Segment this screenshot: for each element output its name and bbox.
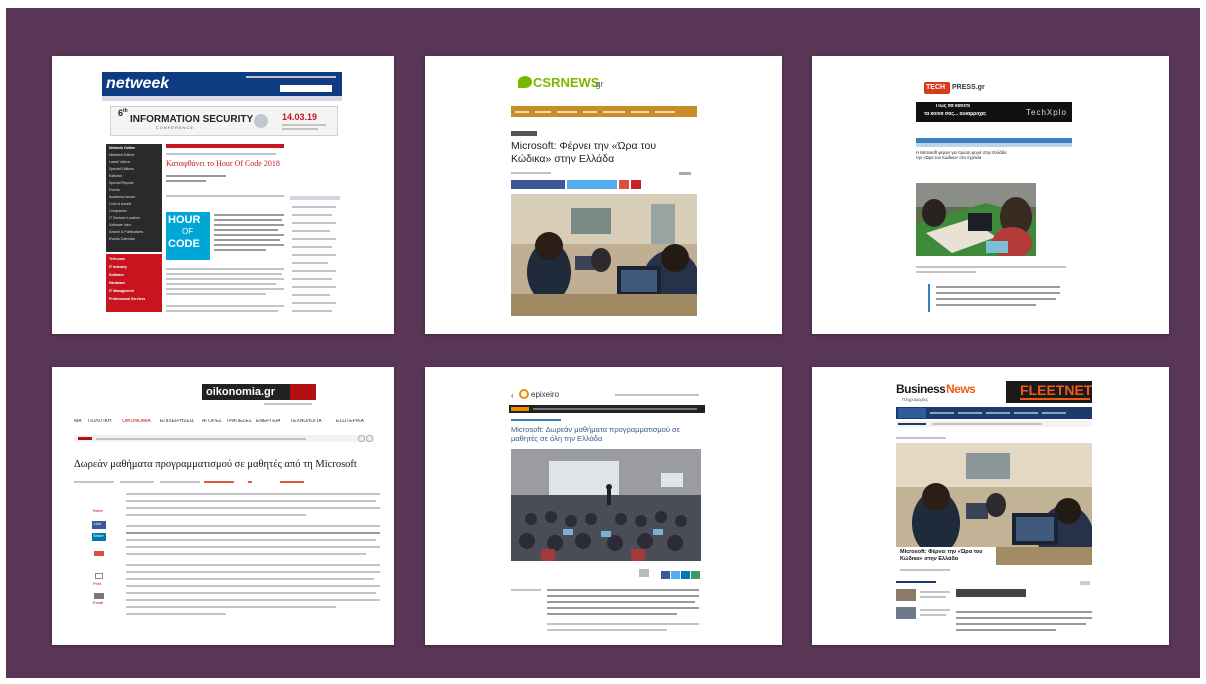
conference-room-photo bbox=[511, 449, 701, 561]
netweek-banner-title: INFORMATION SECURITY bbox=[130, 114, 254, 125]
share-tweet[interactable]: Tweet bbox=[92, 509, 103, 514]
nav-item[interactable]: ΜΑ bbox=[74, 419, 82, 425]
sidebar-item[interactable]: IT Decision Leaders bbox=[109, 216, 140, 220]
techpress-ad-brand: TechXplo bbox=[1026, 108, 1067, 117]
google-plus-icon[interactable] bbox=[94, 551, 104, 556]
sidebar-item[interactable]: Cost of Assets bbox=[109, 202, 131, 206]
email-share-icon[interactable] bbox=[691, 571, 700, 579]
email-icon[interactable] bbox=[94, 593, 104, 599]
print-label[interactable]: Print bbox=[93, 582, 101, 587]
csrnews-category-tag[interactable] bbox=[511, 131, 537, 136]
sidebar-item[interactable]: IT Management bbox=[109, 289, 134, 293]
twitter-share-button[interactable] bbox=[567, 180, 617, 189]
nav-item[interactable]: ΤΕΧΝΟΛΟΓΙΑ bbox=[290, 419, 322, 425]
epixeiro-headline[interactable]: Microsoft: Δωρεάν μαθήματα προγραμματισμ… bbox=[511, 425, 701, 443]
techpress-ad-text-2: τα κοινά σας... αδιάβροχα; bbox=[924, 112, 987, 117]
sidebar-item[interactable]: Special Reports bbox=[109, 181, 134, 185]
techpress-quote-bar bbox=[928, 284, 930, 312]
menu-icon[interactable]: ‹ bbox=[511, 391, 514, 400]
netweek-search-box[interactable] bbox=[280, 85, 332, 92]
nav-item[interactable]: ΠΟΛΙΤΙΚΗ bbox=[88, 419, 112, 425]
netweek-article-screenshot[interactable]: netweek 6th INFORMATION SECURITY CONFERE… bbox=[52, 56, 394, 334]
sidebar-item[interactable]: Events bbox=[109, 188, 120, 192]
googleplus-share-button[interactable] bbox=[619, 180, 629, 189]
csrnews-title[interactable]: Microsoft: Φέρνει την «Ώρα του Κώδικα» σ… bbox=[511, 140, 695, 166]
sidebar-item[interactable]: Software Intro bbox=[109, 223, 131, 227]
csrnews-logo-suffix: .gr bbox=[593, 79, 604, 89]
businessnews-logo-news: News bbox=[946, 383, 976, 396]
sidebar-item[interactable]: Editorial bbox=[109, 174, 122, 178]
related-thumb-2[interactable] bbox=[896, 607, 916, 619]
nav-item[interactable]: ΑΓΟΡΕΣ bbox=[202, 419, 222, 425]
sidebar-item[interactable]: Special Editions bbox=[109, 167, 134, 171]
techpress-headline[interactable]: Η Microsoft φέρνει για πρώτη φορά στην Ε… bbox=[916, 150, 1008, 161]
businessnews-logo-sub: Πληροφορίες bbox=[902, 397, 929, 402]
nav-item[interactable]: ΕΝΕΡΓΕΙΑ bbox=[256, 419, 280, 425]
csrnews-article-screenshot[interactable]: CSRNEWS .gr Microsoft: Φέρνει την «Ώρα τ… bbox=[425, 56, 782, 334]
businessnews-title[interactable]: Microsoft: Φέρνει την «Ώρα του Κώδικα» σ… bbox=[900, 549, 994, 563]
hoc-word-of: OF bbox=[182, 227, 194, 236]
hoc-word-hour: HOUR bbox=[168, 214, 201, 226]
related-thumb-1[interactable] bbox=[896, 589, 916, 601]
oikonomia-logo: oikonomia.gr bbox=[206, 386, 276, 398]
share-like-label: Like bbox=[94, 522, 102, 526]
businessnews-ad-text: FLEETNET bbox=[1020, 382, 1092, 398]
nav-item-active[interactable]: ΟΙΚΟΝΟΜΙΑ bbox=[122, 419, 151, 425]
linkedin-share-icon[interactable] bbox=[681, 571, 690, 579]
sidebar-item[interactable]: Events Calendar bbox=[109, 237, 135, 241]
pinterest-share-button[interactable] bbox=[631, 180, 641, 189]
techpress-ad-text-1: Πώς θα κάνετε bbox=[936, 104, 971, 109]
facebook-share-icon[interactable] bbox=[661, 571, 670, 579]
sidebar-item[interactable]: Academic Issues bbox=[109, 195, 135, 199]
netweek-banner-globe bbox=[254, 114, 268, 128]
sidebar-item[interactable]: Hardware bbox=[109, 281, 125, 285]
kids-tablet-photo bbox=[916, 183, 1036, 256]
netweek-headline[interactable]: Καταφθάνει το Hour Of Code 2018 bbox=[166, 159, 286, 168]
sidebar-item[interactable]: Search & Publications bbox=[109, 230, 143, 234]
netweek-logo: netweek bbox=[106, 75, 170, 92]
sidebar-item[interactable]: Professional Services bbox=[109, 297, 145, 301]
presentation-slide: netweek 6th INFORMATION SECURITY CONFERE… bbox=[6, 8, 1200, 678]
techpress-logo-rest: PRESS.gr bbox=[952, 84, 985, 91]
netweek-banner-sub: CONFERENCE bbox=[156, 126, 195, 130]
hoc-word-code: CODE bbox=[168, 238, 200, 250]
oikonomia-article-screenshot[interactable]: oikonomia.gr ΜΑ ΠΟΛΙΤΙΚΗ ΟΙΚΟΝΟΜΙΑ ΕΠΙΧΕ… bbox=[52, 367, 394, 645]
csrnews-logo-leaf-icon bbox=[518, 76, 532, 88]
sidebar-item[interactable]: Companies bbox=[109, 209, 127, 213]
netweek-subnav bbox=[102, 96, 342, 101]
twitter-share-icon[interactable] bbox=[671, 571, 680, 579]
businessnews-article-screenshot[interactable]: Business News Πληροφορίες FLEETNET Micro… bbox=[812, 367, 1169, 645]
sidebar-item[interactable]: IT Industry bbox=[109, 265, 127, 269]
businessnews-logo-business: Business bbox=[896, 383, 946, 396]
share-count bbox=[639, 569, 649, 577]
share-label: Share bbox=[93, 534, 104, 538]
sidebar-item[interactable]: Netweek Editors bbox=[109, 153, 134, 157]
techpress-article-screenshot[interactable]: TECH PRESS.gr Πώς θα κάνετε τα κοινά σας… bbox=[812, 56, 1169, 334]
techpress-logo-tech: TECH bbox=[926, 84, 946, 91]
conference-room-photo-drawing bbox=[511, 449, 701, 561]
kids-tablet-photo-drawing bbox=[916, 183, 1036, 256]
sidebar-item[interactable]: Software bbox=[109, 273, 124, 277]
classroom-photo-drawing bbox=[511, 194, 697, 316]
sidebar-item[interactable]: Netweek Online bbox=[109, 146, 135, 150]
print-icon[interactable] bbox=[95, 573, 103, 579]
sidebar-item[interactable]: Telecoms bbox=[109, 257, 125, 261]
epixeiro-logo-icon bbox=[519, 389, 529, 399]
netweek-banner-date: 14.03.19 bbox=[282, 112, 318, 122]
facebook-share-button[interactable] bbox=[511, 180, 565, 189]
email-label[interactable]: Email bbox=[93, 601, 103, 606]
businessnews-ad-strip[interactable] bbox=[956, 589, 1026, 597]
epixeiro-article-screenshot[interactable]: ‹ epixeiro Microsoft: Δωρεάν μαθήματα πρ… bbox=[425, 367, 782, 645]
nav-item[interactable]: ΤΡΑΠΕΖΕΣ bbox=[226, 419, 252, 425]
csrnews-logo: CSRNEWS bbox=[533, 76, 600, 90]
nav-item[interactable]: ΕΣΩΤΕΡΙΚΑ bbox=[336, 419, 364, 425]
oikonomia-headline[interactable]: Δωρεάν μαθήματα προγραμματισμού σε μαθητ… bbox=[74, 459, 370, 471]
classroom-photo bbox=[511, 194, 697, 316]
sidebar-item[interactable]: Latest Videos bbox=[109, 160, 130, 164]
nav-item[interactable]: ΕΠΙΧΕΙΡΗΣΕΙΣ bbox=[160, 419, 194, 425]
epixeiro-logo: epixeiro bbox=[531, 390, 560, 399]
